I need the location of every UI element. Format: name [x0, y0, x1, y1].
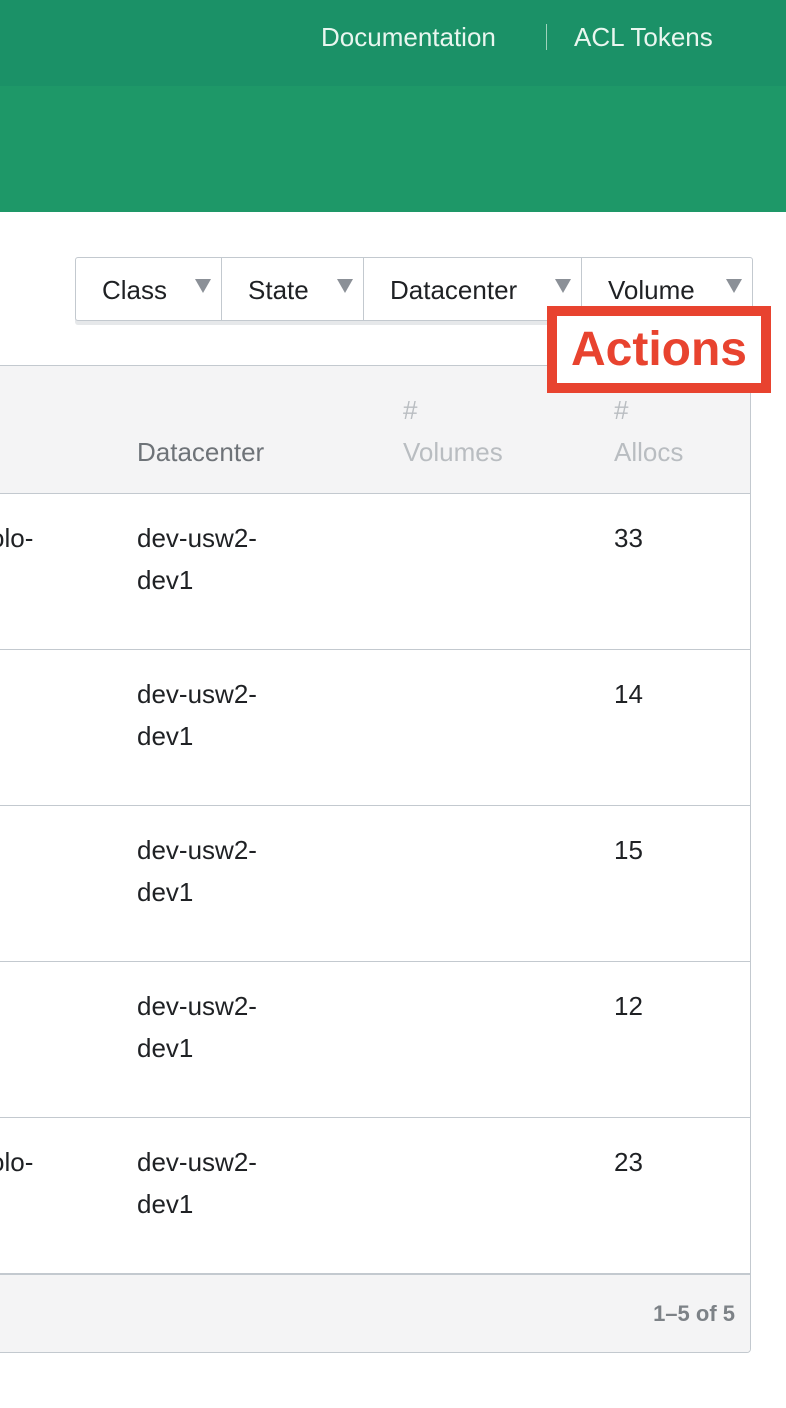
- table-row[interactable]: olo-dev-usw2- dev1 33: [0, 494, 750, 650]
- chevron-down-icon: [337, 279, 353, 293]
- state-filter-label: State: [248, 275, 309, 305]
- nav-divider: [546, 24, 547, 50]
- client-name-cell: olo-: [0, 1147, 34, 1177]
- chevron-down-icon: [555, 279, 571, 293]
- allocs-cell: 12: [614, 991, 643, 1021]
- table-row[interactable]: olo-dev-usw2- dev1 23: [0, 1118, 750, 1274]
- allocs-cell: 15: [614, 835, 643, 865]
- allocs-cell: 33: [614, 523, 643, 553]
- client-name-cell: olo-: [0, 523, 34, 553]
- clients-table: Datacenter # Volumes # Allocs olo-dev-us…: [0, 365, 751, 1353]
- column-header-datacenter[interactable]: Datacenter: [137, 431, 264, 473]
- state-filter-dropdown[interactable]: State: [222, 258, 364, 320]
- column-header-allocs: # Allocs: [614, 395, 684, 467]
- actions-annotation-box: Actions: [557, 316, 761, 383]
- column-header-volumes: # Volumes: [403, 395, 503, 467]
- allocs-cell: 23: [614, 1147, 643, 1177]
- chevron-down-icon: [726, 279, 742, 293]
- page-header-band: [0, 86, 786, 212]
- class-filter-dropdown[interactable]: Class: [76, 258, 222, 320]
- allocs-cell: 14: [614, 679, 643, 709]
- datacenter-cell: dev-usw2- dev1: [137, 835, 257, 907]
- chevron-down-icon: [195, 279, 211, 293]
- documentation-link[interactable]: Documentation: [321, 22, 496, 53]
- table-row[interactable]: dev-usw2- dev1 14: [0, 650, 750, 806]
- actions-annotation: Actions: [547, 306, 771, 393]
- datacenter-cell: dev-usw2- dev1: [137, 523, 257, 595]
- volume-filter-label: Volume: [608, 275, 695, 305]
- datacenter-filter-label: Datacenter: [390, 275, 518, 305]
- acl-tokens-link[interactable]: ACL Tokens: [574, 22, 713, 53]
- class-filter-label: Class: [102, 275, 168, 305]
- datacenter-cell: dev-usw2- dev1: [137, 679, 257, 751]
- table-row[interactable]: dev-usw2- dev1 12: [0, 962, 750, 1118]
- top-nav-bar: Documentation ACL Tokens: [0, 0, 786, 86]
- datacenter-cell: dev-usw2- dev1: [137, 991, 257, 1063]
- datacenter-cell: dev-usw2- dev1: [137, 1147, 257, 1219]
- actions-annotation-label: Actions: [570, 322, 747, 376]
- table-footer: 1–5 of 5: [0, 1274, 750, 1352]
- pagination-count: 1–5 of 5: [653, 1301, 735, 1326]
- table-row[interactable]: dev-usw2- dev1 15: [0, 806, 750, 962]
